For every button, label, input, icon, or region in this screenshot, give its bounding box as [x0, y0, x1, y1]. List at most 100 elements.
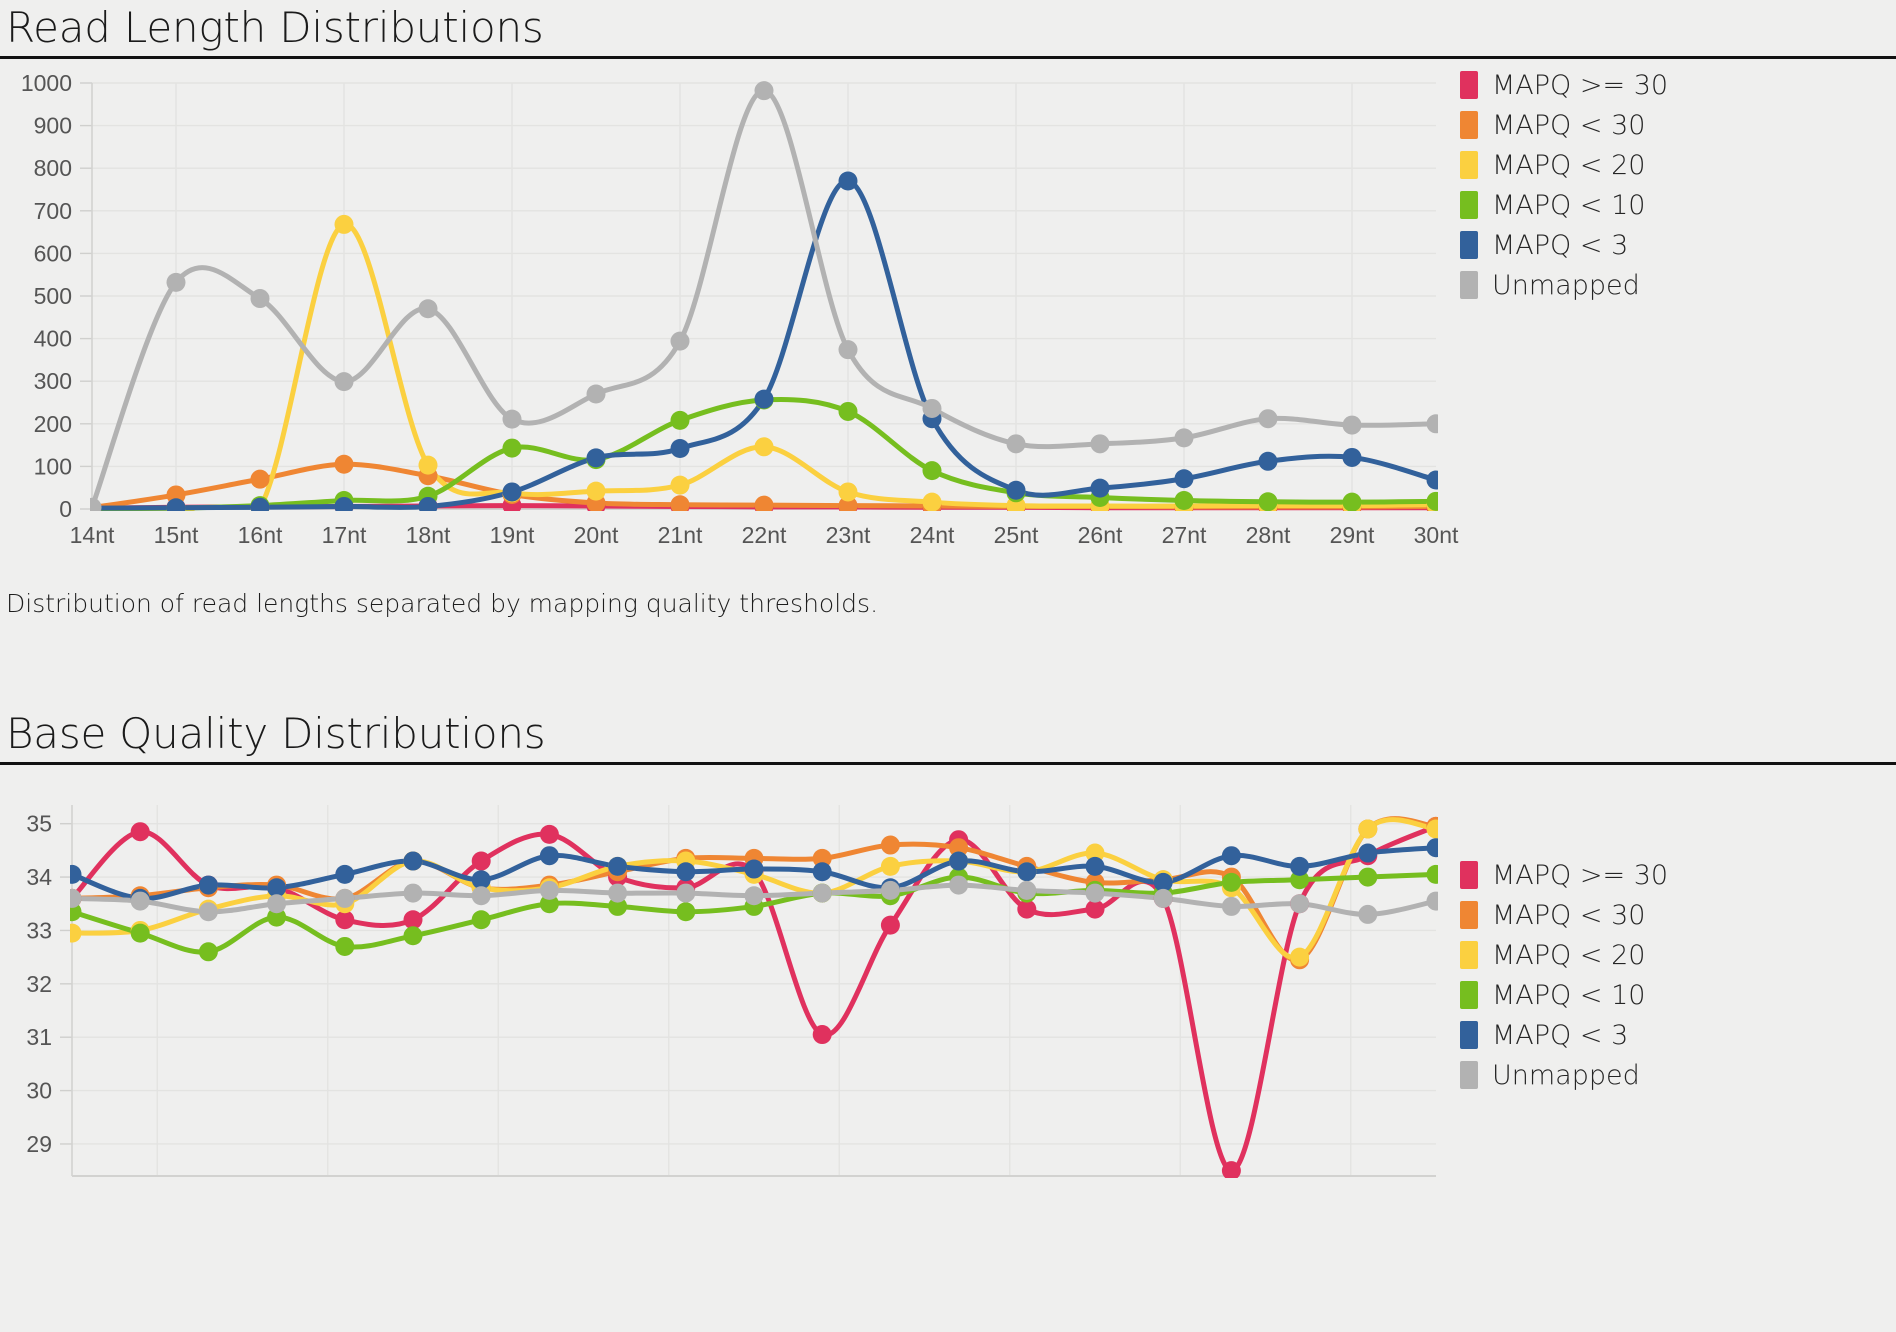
data-point[interactable]: [63, 865, 82, 884]
data-point[interactable]: [419, 299, 438, 318]
series-line[interactable]: [92, 181, 1436, 508]
data-point[interactable]: [335, 372, 354, 391]
data-point[interactable]: [608, 884, 627, 903]
data-point[interactable]: [1343, 493, 1362, 512]
legend-item-mapq_lt_30[interactable]: MAPQ < 30: [1460, 895, 1668, 935]
data-point[interactable]: [540, 881, 559, 900]
data-point[interactable]: [1343, 448, 1362, 467]
data-point[interactable]: [587, 448, 606, 467]
data-point[interactable]: [1017, 881, 1036, 900]
data-point[interactable]: [1358, 820, 1377, 839]
legend-item-mapq_lt_10[interactable]: MAPQ < 10: [1460, 975, 1668, 1015]
data-point[interactable]: [1222, 1161, 1241, 1180]
data-point[interactable]: [813, 884, 832, 903]
data-point[interactable]: [63, 889, 82, 908]
data-point[interactable]: [167, 273, 186, 292]
data-point[interactable]: [1175, 469, 1194, 488]
legend-item-mapq_lt_20[interactable]: MAPQ < 20: [1460, 145, 1668, 185]
data-point[interactable]: [671, 411, 690, 430]
data-point[interactable]: [503, 483, 522, 502]
data-point[interactable]: [839, 172, 858, 191]
data-point[interactable]: [949, 876, 968, 895]
data-point[interactable]: [199, 902, 218, 921]
data-point[interactable]: [1290, 948, 1309, 967]
data-point[interactable]: [676, 884, 695, 903]
data-point[interactable]: [1427, 892, 1446, 911]
data-point[interactable]: [671, 495, 690, 514]
data-point[interactable]: [949, 852, 968, 871]
legend-item-mapq_lt_30[interactable]: MAPQ < 30: [1460, 105, 1668, 145]
data-point[interactable]: [251, 498, 270, 517]
data-point[interactable]: [251, 470, 270, 489]
data-point[interactable]: [881, 881, 900, 900]
data-point[interactable]: [1007, 434, 1026, 453]
data-point[interactable]: [404, 852, 423, 871]
legend-item-unmapped[interactable]: Unmapped: [1460, 1055, 1668, 1095]
data-point[interactable]: [335, 455, 354, 474]
data-point[interactable]: [419, 497, 438, 516]
data-point[interactable]: [923, 493, 942, 512]
data-point[interactable]: [671, 476, 690, 495]
data-point[interactable]: [839, 340, 858, 359]
data-point[interactable]: [1427, 865, 1446, 884]
data-point[interactable]: [923, 461, 942, 480]
data-point[interactable]: [881, 916, 900, 935]
data-point[interactable]: [335, 937, 354, 956]
data-point[interactable]: [1017, 862, 1036, 881]
data-point[interactable]: [472, 886, 491, 905]
data-point[interactable]: [63, 924, 82, 943]
legend-item-mapq_lt_20[interactable]: MAPQ < 20: [1460, 935, 1668, 975]
legend-item-mapq_lt_3[interactable]: MAPQ < 3: [1460, 225, 1668, 265]
data-point[interactable]: [1427, 492, 1446, 511]
data-point[interactable]: [755, 496, 774, 515]
legend-item-mapq_lt_10[interactable]: MAPQ < 10: [1460, 185, 1668, 225]
data-point[interactable]: [587, 482, 606, 501]
data-point[interactable]: [1175, 491, 1194, 510]
data-point[interactable]: [923, 399, 942, 418]
data-point[interactable]: [1154, 889, 1173, 908]
data-point[interactable]: [1007, 481, 1026, 500]
data-point[interactable]: [1091, 434, 1110, 453]
data-point[interactable]: [881, 836, 900, 855]
data-point[interactable]: [1175, 428, 1194, 447]
data-point[interactable]: [83, 498, 102, 517]
data-point[interactable]: [503, 410, 522, 429]
data-point[interactable]: [813, 862, 832, 881]
data-point[interactable]: [755, 390, 774, 409]
data-point[interactable]: [1259, 409, 1278, 428]
data-point[interactable]: [676, 862, 695, 881]
data-point[interactable]: [419, 456, 438, 475]
data-point[interactable]: [1290, 857, 1309, 876]
base-quality-chart-svg[interactable]: 29303132333435: [0, 765, 1460, 1190]
data-point[interactable]: [1222, 897, 1241, 916]
data-point[interactable]: [839, 402, 858, 421]
data-point[interactable]: [267, 894, 286, 913]
data-point[interactable]: [540, 846, 559, 865]
data-point[interactable]: [131, 924, 150, 943]
data-point[interactable]: [335, 497, 354, 516]
data-point[interactable]: [745, 860, 764, 879]
data-point[interactable]: [1427, 820, 1446, 839]
data-point[interactable]: [1427, 471, 1446, 490]
data-point[interactable]: [745, 886, 764, 905]
legend-item-mapq_ge_30[interactable]: MAPQ >= 30: [1460, 65, 1668, 105]
data-point[interactable]: [1259, 452, 1278, 471]
data-point[interactable]: [1222, 873, 1241, 892]
data-point[interactable]: [503, 439, 522, 458]
data-point[interactable]: [472, 910, 491, 929]
data-point[interactable]: [167, 498, 186, 517]
data-point[interactable]: [671, 439, 690, 458]
data-point[interactable]: [676, 902, 695, 921]
data-point[interactable]: [1259, 492, 1278, 511]
legend-item-mapq_lt_3[interactable]: MAPQ < 3: [1460, 1015, 1668, 1055]
data-point[interactable]: [472, 852, 491, 871]
data-point[interactable]: [1358, 905, 1377, 924]
data-point[interactable]: [608, 857, 627, 876]
read-length-chart-svg[interactable]: 0100200300400500600700800900100014nt15nt…: [0, 59, 1460, 579]
data-point[interactable]: [1358, 868, 1377, 887]
data-point[interactable]: [1358, 844, 1377, 863]
data-point[interactable]: [199, 876, 218, 895]
series-line[interactable]: [92, 224, 1436, 528]
data-point[interactable]: [335, 865, 354, 884]
data-point[interactable]: [251, 289, 270, 308]
